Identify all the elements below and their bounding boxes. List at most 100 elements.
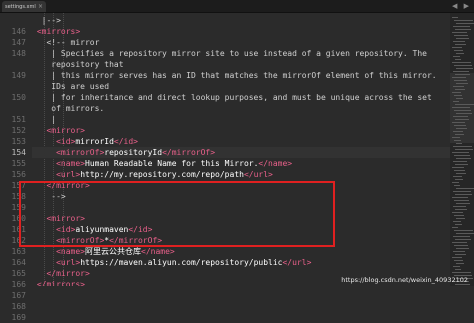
code-line[interactable]: of mirrors. (32, 103, 104, 114)
tab-label: settings.xml (5, 3, 36, 10)
code-line[interactable]: <mirrorOf>repositoryId</mirrorOf> (32, 147, 215, 158)
code-line[interactable]: --> (32, 191, 65, 202)
minimap-line (452, 122, 465, 123)
code-editor[interactable]: |--> <mirrors> <!-- mirror | Specifies a… (32, 13, 450, 286)
tab-settings-xml[interactable]: settings.xml × (2, 1, 46, 12)
minimap-line (454, 260, 463, 261)
line-number: 147 (11, 38, 26, 47)
line-number: 155 (11, 159, 26, 168)
minimap-line (455, 209, 467, 210)
tab-bar: settings.xml × ◀ ▶ (0, 0, 474, 13)
close-icon[interactable]: × (38, 3, 43, 10)
minimap-line (452, 17, 458, 18)
line-number: 154 (11, 148, 26, 157)
minimap-line (452, 77, 466, 78)
minimap[interactable] (450, 13, 474, 286)
minimap-line (452, 182, 459, 183)
minimap-line (455, 29, 471, 30)
code-line[interactable]: <url>https://maven.aliyun.com/repository… (32, 257, 311, 268)
code-line[interactable]: | this mirror serves has an ID that matc… (32, 70, 436, 81)
minimap-line (456, 263, 464, 264)
code-line[interactable]: </mirror> (32, 180, 89, 191)
minimap-line (455, 179, 463, 180)
minimap-line (456, 218, 465, 219)
code-line[interactable]: | for inheritance and direct lookup purp… (32, 92, 432, 103)
minimap-line (454, 35, 468, 36)
minimap-line (455, 284, 470, 285)
minimap-line (454, 200, 469, 201)
line-number: 153 (11, 137, 26, 146)
code-line[interactable]: <mirrorOf>*</mirrorOf> (32, 235, 162, 246)
code-line[interactable]: |--> (32, 15, 61, 26)
minimap-line (455, 89, 465, 90)
line-number: 165 (11, 269, 26, 278)
code-line[interactable]: IDs are used (32, 81, 109, 92)
code-line[interactable]: <mirrors> (32, 26, 80, 37)
line-number: 148 (11, 49, 26, 58)
minimap-line (452, 272, 471, 273)
minimap-line (454, 215, 464, 216)
code-line[interactable]: </mirrors> (32, 279, 85, 286)
line-number: 164 (11, 258, 26, 267)
minimap-line (453, 116, 468, 117)
minimap-line (452, 197, 468, 198)
line-number: 158 (11, 192, 26, 201)
minimap-line (453, 191, 471, 192)
code-line[interactable]: </mirror> (32, 268, 89, 279)
minimap-line (454, 245, 468, 246)
tab-nav-arrows-icon[interactable]: ◀ ▶ (452, 1, 471, 11)
code-line[interactable]: <!-- mirror (32, 37, 99, 48)
minimap-line (452, 47, 462, 48)
minimap-line (452, 32, 467, 33)
code-line[interactable]: <id>aliyunmaven</id> (32, 224, 152, 235)
code-line[interactable]: repository that (32, 59, 123, 70)
minimap-line (454, 50, 463, 51)
code-line[interactable]: <url>http://my.repository.com/repo/path<… (32, 169, 273, 180)
minimap-line (454, 110, 471, 111)
line-number: 146 (11, 27, 26, 36)
minimap-line (453, 131, 463, 132)
line-number: 156 (11, 170, 26, 179)
minimap-line (456, 143, 462, 144)
minimap-line (455, 44, 466, 45)
minimap-line (454, 125, 466, 126)
minimap-line (453, 251, 465, 252)
minimap-line (456, 188, 474, 189)
minimap-line (456, 248, 469, 249)
minimap-line (456, 38, 469, 39)
watermark: https://blog.csdn.net/weixin_40932102 (341, 276, 468, 284)
minimap-line (452, 62, 471, 63)
minimap-line (453, 161, 467, 162)
code-line[interactable]: | (32, 114, 56, 125)
code-line[interactable]: <name>Human Readable Name for this Mirro… (32, 158, 292, 169)
minimap-line (452, 137, 460, 138)
line-number: 169 (11, 313, 26, 322)
minimap-line (456, 23, 474, 24)
minimap-line (452, 242, 467, 243)
minimap-line (454, 170, 465, 171)
code-line[interactable]: <mirror> (32, 125, 85, 136)
minimap-line (456, 83, 468, 84)
minimap-line (452, 257, 462, 258)
minimap-line (454, 95, 462, 96)
minimap-line (453, 56, 460, 57)
minimap-line (455, 104, 474, 105)
code-line[interactable]: <name>阿里云公共仓库</name> (32, 246, 175, 257)
minimap-line (453, 176, 462, 177)
minimap-line (453, 146, 472, 147)
minimap-line (454, 20, 473, 21)
minimap-line (452, 227, 458, 228)
code-line[interactable]: <id>mirrorId</id> (32, 136, 138, 147)
line-number: 162 (11, 236, 26, 245)
minimap-line (453, 266, 460, 267)
minimap-line (456, 158, 471, 159)
code-line[interactable]: <mirror> (32, 213, 85, 224)
code-line[interactable]: | Specifies a repository mirror site to … (32, 48, 427, 59)
line-number: 161 (11, 225, 26, 234)
minimap-line (455, 194, 472, 195)
line-number: 152 (11, 126, 26, 135)
line-number: 168 (11, 302, 26, 311)
minimap-line (456, 203, 470, 204)
minimap-line (452, 152, 469, 153)
minimap-line (456, 68, 473, 69)
